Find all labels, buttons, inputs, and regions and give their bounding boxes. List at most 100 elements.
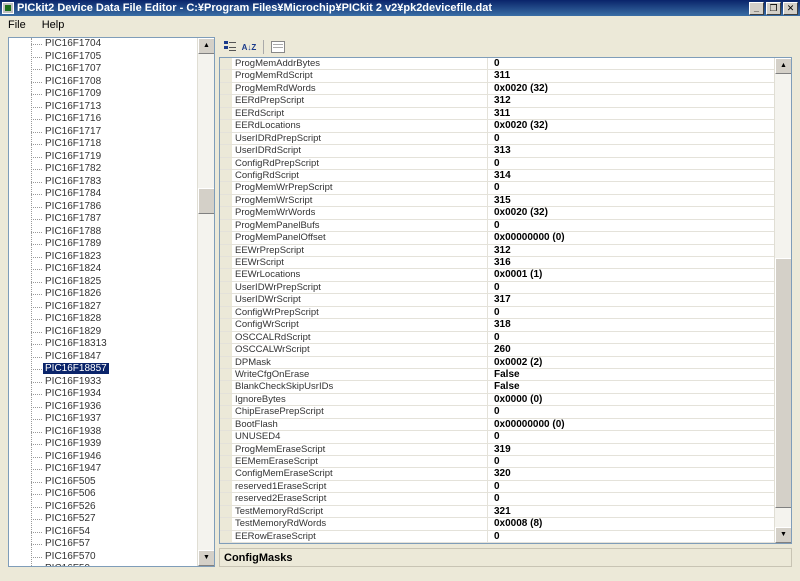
property-value[interactable]: 0 bbox=[488, 481, 774, 492]
property-value[interactable]: 321 bbox=[488, 506, 774, 517]
property-row[interactable]: WriteCfgOnErase False bbox=[220, 368, 774, 382]
property-row[interactable]: EERowEraseScript 0 bbox=[220, 530, 774, 543]
property-value[interactable]: 0x0001 (1) bbox=[488, 269, 774, 280]
tree-item[interactable]: PIC16F1704 bbox=[9, 38, 197, 51]
property-value[interactable]: 0x0000 (0) bbox=[488, 543, 774, 544]
tree-item[interactable]: PIC16F1946 bbox=[9, 451, 197, 464]
tree-item[interactable]: PIC16F1707 bbox=[9, 63, 197, 76]
property-value[interactable]: 0 bbox=[488, 531, 774, 542]
tree-item[interactable]: PIC16F1828 bbox=[9, 313, 197, 326]
property-value[interactable]: 0 bbox=[488, 58, 774, 69]
property-row[interactable]: EEMemEraseScript 0 bbox=[220, 456, 774, 469]
close-button[interactable]: ✕ bbox=[783, 1, 798, 15]
tree-item[interactable]: PIC16F1788 bbox=[9, 226, 197, 239]
property-value[interactable]: 0x0020 (32) bbox=[488, 83, 774, 94]
property-value[interactable]: False bbox=[488, 369, 774, 380]
tree-item[interactable]: PIC16F1829 bbox=[9, 326, 197, 339]
property-scrollbar[interactable]: ▲ ▼ bbox=[774, 58, 791, 543]
property-row[interactable]: UserIDWrScript 317 bbox=[220, 294, 774, 307]
property-row[interactable]: ProgMemRdScript 311 bbox=[220, 70, 774, 83]
property-row[interactable]: EERowEraseWords0x0000 (0) bbox=[220, 543, 774, 544]
tree-item[interactable]: PIC16F54 bbox=[9, 526, 197, 539]
property-value[interactable]: 0 bbox=[488, 182, 774, 193]
property-row[interactable]: EERdLocations 0x0020 (32) bbox=[220, 120, 774, 133]
tree-item[interactable]: PIC16F1784 bbox=[9, 188, 197, 201]
property-row[interactable]: OSCCALWrScript 260 bbox=[220, 344, 774, 357]
property-row[interactable]: ProgMemAddrBytes 0 bbox=[220, 58, 774, 71]
property-pages-icon[interactable] bbox=[270, 39, 286, 55]
tree-item[interactable]: PIC16F1933 bbox=[9, 376, 197, 389]
tree-item[interactable]: PIC16F1789 bbox=[9, 238, 197, 251]
property-row[interactable]: ProgMemPanelOffset 0x00000000 (0) bbox=[220, 232, 774, 245]
property-row[interactable]: ConfigMemEraseScript 320 bbox=[220, 468, 774, 481]
property-scroll-down-button[interactable]: ▼ bbox=[775, 527, 791, 543]
property-value[interactable]: 320 bbox=[488, 468, 774, 479]
property-row[interactable]: ProgMemWrPrepScript 0 bbox=[220, 182, 774, 195]
restore-button[interactable]: ❐ bbox=[766, 1, 781, 15]
property-value[interactable]: 314 bbox=[488, 170, 774, 181]
tree-scrollbar[interactable]: ▲ ▼ bbox=[197, 38, 214, 566]
property-value[interactable]: 0 bbox=[488, 133, 774, 144]
property-value[interactable]: 0x0008 (8) bbox=[488, 518, 774, 529]
property-row[interactable]: ProgMemWrWords 0x0020 (32) bbox=[220, 207, 774, 220]
tree-item[interactable]: PIC16F1705 bbox=[9, 51, 197, 64]
tree-item[interactable]: PIC16F1936 bbox=[9, 401, 197, 414]
property-row[interactable]: ChipErasePrepScript 0 bbox=[220, 406, 774, 419]
property-value[interactable]: 0 bbox=[488, 456, 774, 467]
tree-item[interactable]: PIC16F1827 bbox=[9, 301, 197, 314]
tree-item[interactable]: PIC16F57 bbox=[9, 538, 197, 551]
property-value[interactable]: 318 bbox=[488, 319, 774, 330]
tree-item[interactable]: PIC16F1718 bbox=[9, 138, 197, 151]
tree-item[interactable]: PIC16F527 bbox=[9, 513, 197, 526]
property-value[interactable]: False bbox=[488, 381, 774, 392]
property-row[interactable]: TestMemoryRdWords 0x0008 (8) bbox=[220, 518, 774, 531]
property-row[interactable]: IgnoreBytes 0x0000 (0) bbox=[220, 393, 774, 407]
property-value[interactable]: 0x0000 (0) bbox=[488, 394, 774, 405]
tree-item[interactable]: PIC16F1713 bbox=[9, 101, 197, 114]
property-row[interactable]: UNUSED4 0 bbox=[220, 431, 774, 444]
tree-item[interactable]: PIC16F1824 bbox=[9, 263, 197, 276]
tree-item[interactable]: PIC16F570 bbox=[9, 551, 197, 564]
tree-item[interactable]: PIC16F1939 bbox=[9, 438, 197, 451]
property-row[interactable]: ConfigRdPrepScript 0 bbox=[220, 157, 774, 170]
tree-item[interactable]: PIC16F505 bbox=[9, 476, 197, 489]
tree-item[interactable]: PIC16F1823 bbox=[9, 251, 197, 264]
property-row[interactable]: reserved1EraseScript 0 bbox=[220, 480, 774, 494]
tree-item[interactable]: PIC16F1938 bbox=[9, 426, 197, 439]
property-value[interactable]: 0x00000000 (0) bbox=[488, 419, 774, 430]
property-scroll-thumb[interactable] bbox=[775, 258, 791, 508]
tree-scroll-up-button[interactable]: ▲ bbox=[198, 38, 214, 54]
tree-item[interactable]: PIC16F1847 bbox=[9, 351, 197, 364]
property-row[interactable]: EEWrScript 316 bbox=[220, 257, 774, 270]
property-value[interactable]: 0 bbox=[488, 158, 774, 169]
tree-item[interactable]: PIC16F1825 bbox=[9, 276, 197, 289]
tree-scroll-down-button[interactable]: ▼ bbox=[198, 550, 214, 566]
tree-item[interactable]: PIC16F526 bbox=[9, 501, 197, 514]
property-value[interactable]: 312 bbox=[488, 95, 774, 106]
tree-item[interactable]: PIC16F506 bbox=[9, 488, 197, 501]
property-row[interactable]: ProgMemRdWords 0x0020 (32) bbox=[220, 82, 774, 96]
property-value[interactable]: 311 bbox=[488, 108, 774, 119]
tree-item[interactable]: PIC16F1934 bbox=[9, 388, 197, 401]
property-row[interactable]: UserIDRdScript 313 bbox=[220, 145, 774, 158]
tree-item[interactable]: PIC16F59 bbox=[9, 563, 197, 566]
property-row[interactable]: BlankCheckSkipUsrIDs False bbox=[220, 381, 774, 394]
tree-item[interactable]: PIC16F1947 bbox=[9, 463, 197, 476]
menu-help[interactable]: Help bbox=[34, 19, 73, 31]
categorized-icon[interactable] bbox=[222, 39, 238, 55]
property-row[interactable]: EERdPrepScript 312 bbox=[220, 95, 774, 108]
property-value[interactable]: 0 bbox=[488, 307, 774, 318]
property-row[interactable]: ConfigWrScript 318 bbox=[220, 319, 774, 332]
tree-item[interactable]: PIC16F1709 bbox=[9, 88, 197, 101]
property-row[interactable]: reserved2EraseScript 0 bbox=[220, 493, 774, 506]
property-row[interactable]: UserIDRdPrepScript 0 bbox=[220, 132, 774, 146]
property-value[interactable]: 0 bbox=[488, 406, 774, 417]
tree-item[interactable]: PIC16F1937 bbox=[9, 413, 197, 426]
property-value[interactable]: 0x0020 (32) bbox=[488, 120, 774, 131]
property-row[interactable]: BootFlash 0x00000000 (0) bbox=[220, 418, 774, 432]
property-row[interactable]: DPMask 0x0002 (2) bbox=[220, 356, 774, 369]
tree-item[interactable]: PIC16F1708 bbox=[9, 76, 197, 89]
property-row[interactable]: ProgMemPanelBufs 0 bbox=[220, 219, 774, 233]
property-scroll-up-button[interactable]: ▲ bbox=[775, 58, 791, 74]
property-row[interactable]: UserIDWrPrepScript 0 bbox=[220, 281, 774, 295]
